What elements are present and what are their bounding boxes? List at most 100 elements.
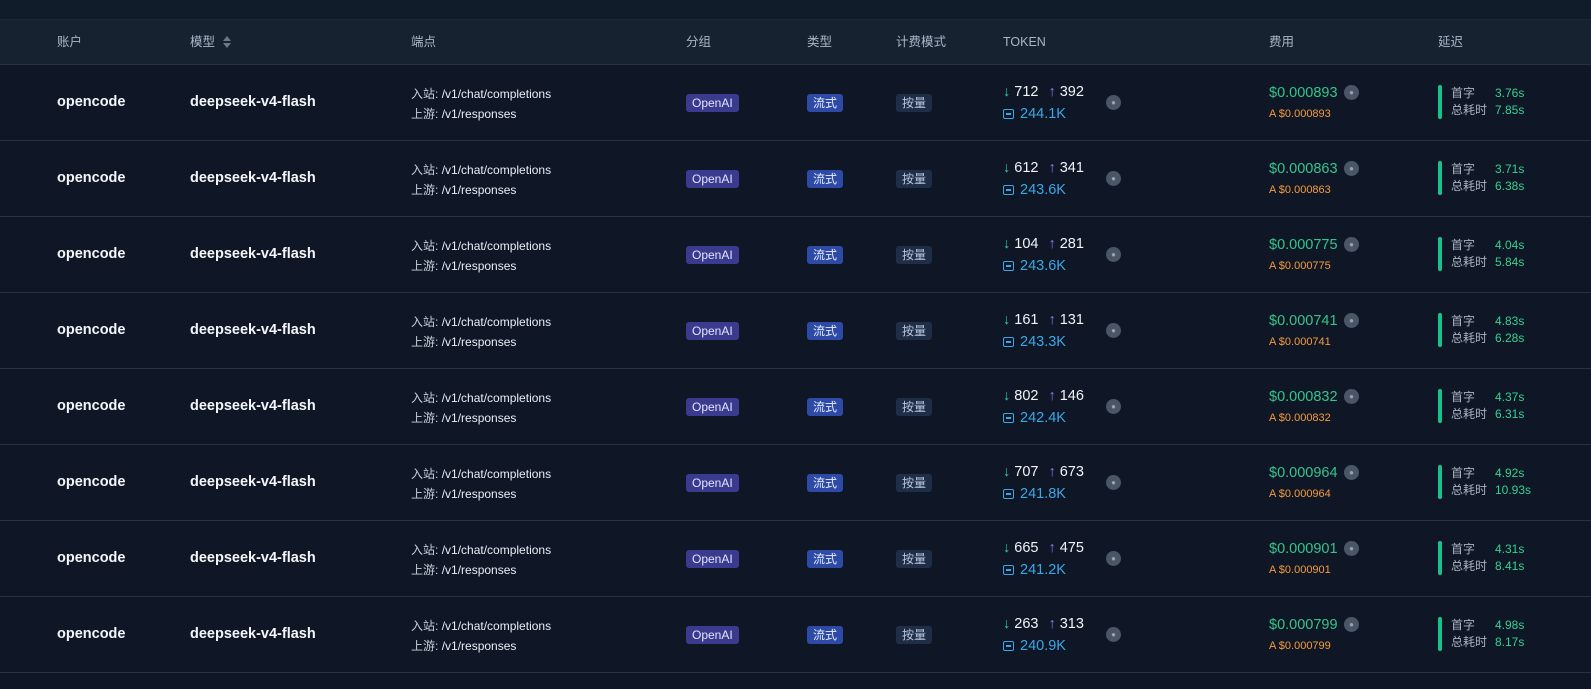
model-cell: deepseek-v4-flash <box>190 246 316 262</box>
cache-icon <box>1003 641 1014 651</box>
inbound-endpoint: 入站: /v1/chat/completions <box>411 236 551 256</box>
total-time-label: 总耗时 <box>1451 103 1488 117</box>
latency-indicator <box>1438 85 1442 119</box>
info-icon[interactable]: ● <box>1344 389 1359 404</box>
arrow-down-icon: ↓ <box>1003 616 1011 632</box>
inbound-path: /v1/chat/completions <box>441 87 552 101</box>
latency-cell: 首字 4.31s 总耗时 8.41s <box>1438 541 1588 575</box>
column-header-endpoint: 端点 <box>411 35 437 49</box>
info-icon[interactable]: ● <box>1106 627 1121 642</box>
info-icon[interactable]: ● <box>1344 465 1359 480</box>
table-row[interactable]: opencode deepseek-v4-flash 入站: /v1/chat/… <box>0 65 1591 141</box>
arrow-up-icon: ↑ <box>1048 312 1056 328</box>
inbound-endpoint: 入站: /v1/chat/completions <box>411 464 551 484</box>
cache-icon <box>1003 185 1014 195</box>
info-icon[interactable]: ● <box>1106 399 1121 414</box>
first-token-time: 3.76s <box>1495 86 1525 100</box>
info-icon[interactable]: ● <box>1106 323 1121 338</box>
table-row[interactable]: opencode deepseek-v4-flash 入站: /v1/chat/… <box>0 369 1591 445</box>
group-badge: OpenAI <box>686 322 739 340</box>
upstream-path: /v1/responses <box>441 335 517 349</box>
cost-amount: $0.000832 <box>1269 389 1338 405</box>
info-icon[interactable]: ● <box>1344 161 1359 176</box>
table-row[interactable]: opencode deepseek-v4-flash 入站: /v1/chat/… <box>0 141 1591 217</box>
info-icon[interactable]: ● <box>1344 617 1359 632</box>
table-row[interactable]: opencode deepseek-v4-flash 入站: /v1/chat/… <box>0 293 1591 369</box>
latency-cell: 首字 3.71s 总耗时 6.38s <box>1438 161 1588 195</box>
account-cell: opencode <box>57 170 126 186</box>
token-cell: ↓ 263 ↑ 313 240.9K <box>1003 613 1084 657</box>
first-token-time: 4.31s <box>1495 542 1525 556</box>
total-time: 8.41s <box>1495 559 1525 573</box>
arrow-up-icon: ↑ <box>1048 84 1056 100</box>
info-icon[interactable]: ● <box>1106 551 1121 566</box>
column-header-model[interactable]: 模型 <box>190 20 232 64</box>
type-badge: 流式 <box>807 550 844 568</box>
table-header: 账户 模型 端点 分组 类型 计费模式 TOKEN 费用 延迟 <box>0 20 1591 65</box>
cost-amount: $0.000799 <box>1269 617 1338 633</box>
upstream-label: 上游: <box>411 411 439 425</box>
billing-badge: 按量 <box>896 398 933 416</box>
sort-icon[interactable] <box>223 35 232 49</box>
upstream-endpoint: 上游: /v1/responses <box>411 636 551 656</box>
info-icon[interactable]: ● <box>1344 313 1359 328</box>
inbound-label: 入站: <box>411 315 439 329</box>
token-cell: ↓ 707 ↑ 673 241.8K <box>1003 461 1084 505</box>
upstream-label: 上游: <box>411 107 439 121</box>
token-cell: ↓ 802 ↑ 146 242.4K <box>1003 385 1084 429</box>
token-cache-count: 241.8K <box>1020 486 1066 502</box>
upstream-path: /v1/responses <box>441 563 517 577</box>
table-body: opencode deepseek-v4-flash 入站: /v1/chat/… <box>0 65 1591 673</box>
token-cache-count: 242.4K <box>1020 410 1066 426</box>
total-time-label: 总耗时 <box>1451 407 1488 421</box>
token-cell: ↓ 665 ↑ 475 241.2K <box>1003 537 1084 581</box>
info-icon[interactable]: ● <box>1344 237 1359 252</box>
token-input-count: 712 <box>1014 84 1039 100</box>
arrow-up-icon: ↑ <box>1048 388 1056 404</box>
inbound-endpoint: 入站: /v1/chat/completions <box>411 312 551 332</box>
latency-indicator <box>1438 161 1442 195</box>
cost-amount: $0.000775 <box>1269 237 1338 253</box>
type-badge: 流式 <box>807 398 844 416</box>
upstream-endpoint: 上游: /v1/responses <box>411 180 551 200</box>
group-badge: OpenAI <box>686 170 739 188</box>
group-badge: OpenAI <box>686 550 739 568</box>
inbound-endpoint: 入站: /v1/chat/completions <box>411 616 551 636</box>
total-time: 6.28s <box>1495 331 1525 345</box>
billing-badge: 按量 <box>896 550 933 568</box>
table-row[interactable]: opencode deepseek-v4-flash 入站: /v1/chat/… <box>0 597 1591 673</box>
info-icon[interactable]: ● <box>1106 475 1121 490</box>
cost-cell: $0.000901 A $0.000901 <box>1269 538 1338 580</box>
cache-icon <box>1003 489 1014 499</box>
token-output-count: 392 <box>1059 84 1084 100</box>
info-icon[interactable]: ● <box>1106 171 1121 186</box>
arrow-up-icon: ↑ <box>1048 616 1056 632</box>
table-row[interactable]: opencode deepseek-v4-flash 入站: /v1/chat/… <box>0 521 1591 597</box>
token-output-count: 281 <box>1059 236 1084 252</box>
first-token-label: 首字 <box>1451 390 1476 404</box>
token-output-count: 146 <box>1059 388 1084 404</box>
first-token-label: 首字 <box>1451 314 1476 328</box>
account-cell: opencode <box>57 246 126 262</box>
info-icon[interactable]: ● <box>1344 85 1359 100</box>
type-badge: 流式 <box>807 246 844 264</box>
info-icon[interactable]: ● <box>1106 247 1121 262</box>
latency-indicator <box>1438 389 1442 423</box>
inbound-endpoint: 入站: /v1/chat/completions <box>411 160 551 180</box>
upstream-endpoint: 上游: /v1/responses <box>411 484 551 504</box>
table-row[interactable]: opencode deepseek-v4-flash 入站: /v1/chat/… <box>0 445 1591 521</box>
account-cell: opencode <box>57 474 126 490</box>
inbound-path: /v1/chat/completions <box>441 467 552 481</box>
arrow-down-icon: ↓ <box>1003 388 1011 404</box>
table-row[interactable]: opencode deepseek-v4-flash 入站: /v1/chat/… <box>0 217 1591 293</box>
total-time-label: 总耗时 <box>1451 331 1488 345</box>
column-header-token: TOKEN <box>1003 35 1046 49</box>
total-time-label: 总耗时 <box>1451 179 1488 193</box>
arrow-down-icon: ↓ <box>1003 236 1011 252</box>
cost-detail: A $0.000775 <box>1269 260 1331 272</box>
info-icon[interactable]: ● <box>1344 541 1359 556</box>
upstream-path: /v1/responses <box>441 259 517 273</box>
token-input-count: 707 <box>1014 464 1039 480</box>
billing-badge: 按量 <box>896 170 933 188</box>
info-icon[interactable]: ● <box>1106 95 1121 110</box>
